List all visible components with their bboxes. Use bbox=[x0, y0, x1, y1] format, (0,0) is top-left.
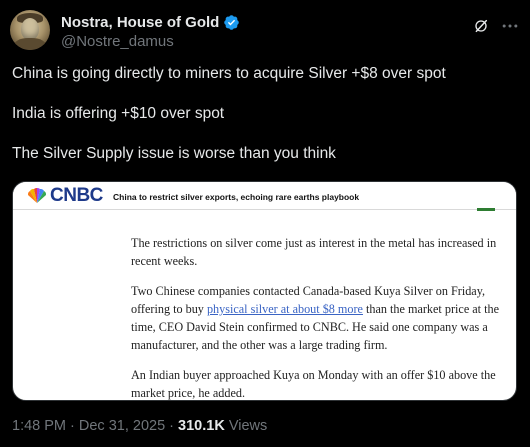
tweet-line: The Silver Supply issue is worse than yo… bbox=[12, 145, 336, 162]
avatar-robe bbox=[14, 38, 46, 50]
green-accent bbox=[477, 208, 495, 211]
cnbc-wordmark: CNBC bbox=[50, 185, 103, 206]
tweet-meta: 1:48 PM · Dec 31, 2025 · 310.1K Views bbox=[12, 418, 267, 434]
tweet-header: Nostra, House of Gold @Nostre_damus bbox=[10, 10, 520, 54]
physical-silver-link[interactable]: physical silver at about $8 more bbox=[207, 302, 363, 316]
tweet-line: China is going directly to miners to acq… bbox=[12, 65, 446, 82]
separator: · bbox=[165, 418, 179, 434]
views-label: Views bbox=[224, 418, 268, 434]
separator: · bbox=[66, 418, 79, 434]
article-paragraph: Two Chinese companies contacted Canada-b… bbox=[131, 282, 506, 354]
grok-icon[interactable] bbox=[473, 18, 489, 34]
tweet-line: India is offering +$10 over spot bbox=[12, 105, 225, 122]
post-time[interactable]: 1:48 PM bbox=[12, 418, 66, 434]
avatar-face bbox=[21, 18, 39, 40]
cnbc-peacock-icon bbox=[27, 187, 47, 203]
article-headline: China to restrict silver exports, echoin… bbox=[113, 192, 360, 202]
verified-badge-icon bbox=[224, 15, 240, 30]
tweet-text: China is going directly to miners to acq… bbox=[12, 64, 512, 184]
display-name[interactable]: Nostra, House of Gold bbox=[61, 14, 219, 31]
name-line: Nostra, House of Gold bbox=[61, 14, 240, 31]
article-paragraph: An Indian buyer approached Kuya on Monda… bbox=[131, 368, 496, 400]
article-body: The restrictions on silver come just as … bbox=[131, 234, 506, 400]
post-date[interactable]: Dec 31, 2025 bbox=[79, 418, 165, 434]
user-handle[interactable]: @Nostre_damus bbox=[61, 33, 174, 50]
more-icon[interactable] bbox=[500, 18, 520, 34]
article-paragraph: The restrictions on silver come just as … bbox=[131, 236, 497, 268]
cnbc-header: CNBC China to restrict silver exports, e… bbox=[13, 182, 516, 211]
avatar[interactable] bbox=[10, 10, 50, 50]
cnbc-logo: CNBC bbox=[27, 185, 103, 207]
media-image[interactable]: CNBC China to restrict silver exports, e… bbox=[12, 181, 517, 401]
views-count[interactable]: 310.1K bbox=[178, 418, 225, 434]
